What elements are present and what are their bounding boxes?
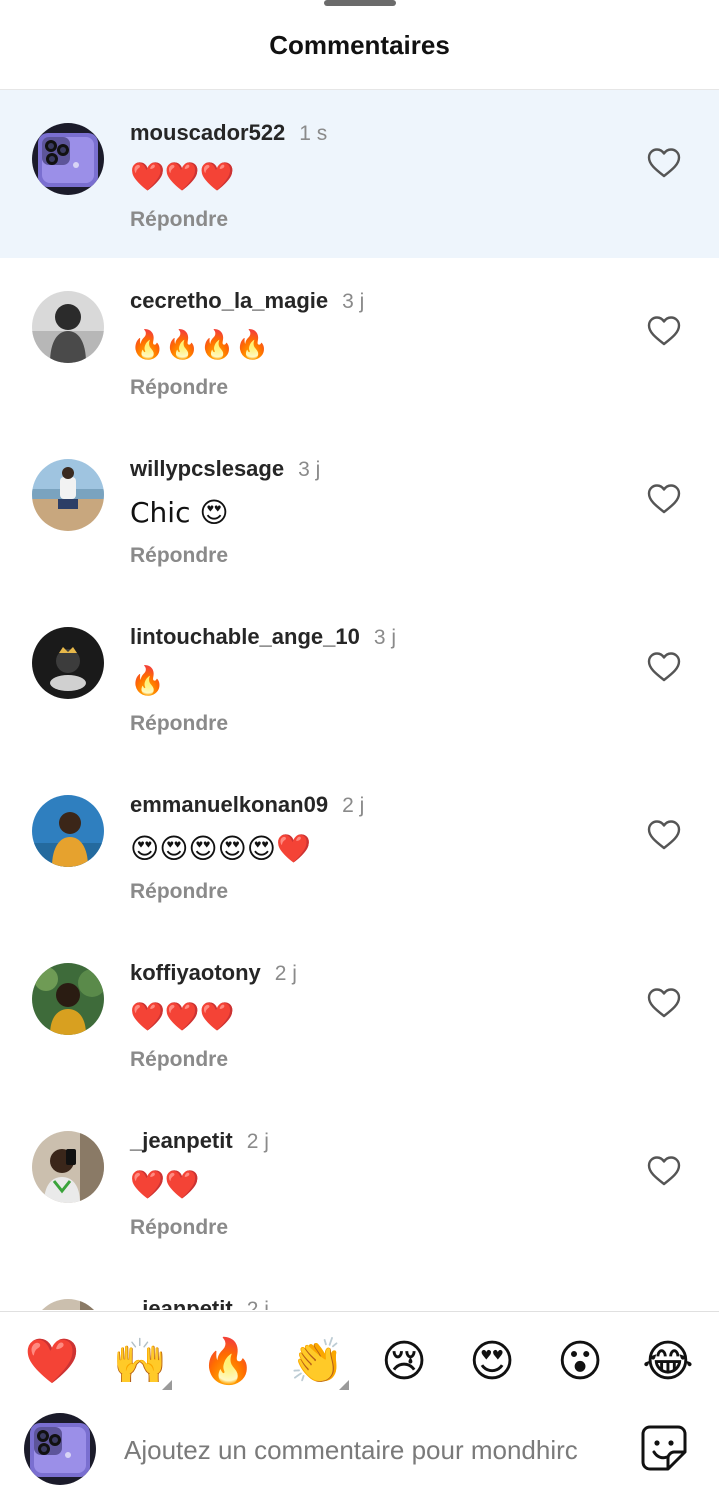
avatar[interactable] xyxy=(32,1299,104,1310)
comment-text: 🔥 xyxy=(130,664,165,697)
comment-username[interactable]: emmanuelkonan09 xyxy=(130,792,328,818)
comment-username[interactable]: cecretho_la_magie xyxy=(130,288,328,314)
avatar[interactable] xyxy=(24,1413,96,1485)
reaction-crying[interactable]: 😢 xyxy=(376,1334,432,1390)
avatar[interactable] xyxy=(32,627,104,699)
heart-outline-icon[interactable] xyxy=(647,315,681,347)
comment-text: ❤️❤️❤️ xyxy=(130,1000,235,1033)
comment-time: 3 j xyxy=(298,458,321,481)
page-title: Commentaires xyxy=(269,30,450,60)
avatar[interactable] xyxy=(32,795,104,867)
comment-username[interactable]: willypcslesage xyxy=(130,456,284,482)
reaction-surprised[interactable]: 😮 xyxy=(552,1334,608,1390)
reaction-raising-hands-glyph: 🙌 xyxy=(112,1336,168,1387)
reply-button[interactable]: Répondre xyxy=(130,712,639,736)
heart-outline-icon[interactable] xyxy=(647,483,681,515)
comment-item: emmanuelkonan09 2 j 😍😍😍😍😍❤️ Répondre xyxy=(0,762,719,930)
comment-time: 3 j xyxy=(342,290,365,313)
comment-time: 1 s xyxy=(299,122,328,145)
quick-reaction-bar: ❤️ 🙌 🔥 👏 😢 😍 😮 😂 xyxy=(0,1312,719,1404)
avatar[interactable] xyxy=(32,963,104,1035)
reaction-clapping[interactable]: 👏 xyxy=(289,1334,349,1390)
comment-username[interactable]: lintouchable_ange_10 xyxy=(130,624,360,650)
reply-button[interactable]: Répondre xyxy=(130,1048,639,1072)
comment-item: cecretho_la_magie 3 j 🔥🔥🔥🔥 Répondre xyxy=(0,258,719,426)
comment-time: 2 j xyxy=(246,1130,269,1153)
reply-button[interactable]: Répondre xyxy=(130,208,639,232)
reply-button[interactable]: Répondre xyxy=(130,376,639,400)
comment-text: 😍😍😍😍😍❤️ xyxy=(130,832,311,865)
comment-item: koffiyaotony 2 j ❤️❤️❤️ Répondre xyxy=(0,930,719,1098)
avatar[interactable] xyxy=(32,291,104,363)
heart-outline-icon[interactable] xyxy=(647,651,681,683)
comment-text: ❤️❤️❤️ xyxy=(130,160,235,193)
comment-username[interactable]: _jeanpetit xyxy=(130,1296,233,1310)
comment-input[interactable] xyxy=(124,1430,614,1470)
comment-time: 2 j xyxy=(274,962,297,985)
reaction-laughing[interactable]: 😂 xyxy=(640,1334,696,1390)
avatar[interactable] xyxy=(32,123,104,195)
drag-handle[interactable] xyxy=(324,0,396,6)
reaction-raising-hands[interactable]: 🙌 xyxy=(112,1334,172,1390)
reaction-heart-eyes[interactable]: 😍 xyxy=(464,1334,520,1390)
comment-item: mouscador522 1 s ❤️❤️❤️ Répondre xyxy=(0,90,719,258)
comment-composer xyxy=(0,1404,719,1507)
reaction-heart[interactable]: ❤️ xyxy=(24,1334,80,1390)
comment-item: _jeanpetit 2 j xyxy=(0,1266,719,1310)
comment-text: 🔥🔥🔥🔥 xyxy=(130,328,270,361)
heart-outline-icon[interactable] xyxy=(647,987,681,1019)
comment-username[interactable]: koffiyaotony xyxy=(130,960,261,986)
reply-button[interactable]: Répondre xyxy=(130,880,639,904)
heart-outline-icon[interactable] xyxy=(647,819,681,851)
reaction-fire[interactable]: 🔥 xyxy=(200,1334,256,1390)
avatar[interactable] xyxy=(32,459,104,531)
comment-username[interactable]: _jeanpetit xyxy=(130,1128,233,1154)
variant-indicator-icon xyxy=(162,1380,172,1390)
reaction-clapping-glyph: 👏 xyxy=(289,1336,345,1387)
comment-time: 2 j xyxy=(342,794,365,817)
heart-outline-icon[interactable] xyxy=(647,1155,681,1187)
variant-indicator-icon xyxy=(339,1380,349,1390)
comment-item: willypcslesage 3 j Chic 😍 Répondre xyxy=(0,426,719,594)
comment-text: ❤️❤️ xyxy=(130,1168,200,1201)
comment-time: 2 j xyxy=(246,1298,269,1310)
avatar[interactable] xyxy=(32,1131,104,1203)
comment-time: 3 j xyxy=(373,626,397,649)
comment-username[interactable]: mouscador522 xyxy=(130,120,285,146)
reply-button[interactable]: Répondre xyxy=(130,544,639,568)
comment-list[interactable]: mouscador522 1 s ❤️❤️❤️ Répondre cecreth… xyxy=(0,90,719,1310)
comment-item: lintouchable_ange_10 3 j 🔥 Répondre xyxy=(0,594,719,762)
comment-text: Chic 😍 xyxy=(130,496,229,529)
heart-outline-icon[interactable] xyxy=(647,147,681,179)
reply-button[interactable]: Répondre xyxy=(130,1216,639,1240)
sticker-icon[interactable] xyxy=(640,1424,688,1472)
comment-item: _jeanpetit 2 j ❤️❤️ Répondre xyxy=(0,1098,719,1266)
